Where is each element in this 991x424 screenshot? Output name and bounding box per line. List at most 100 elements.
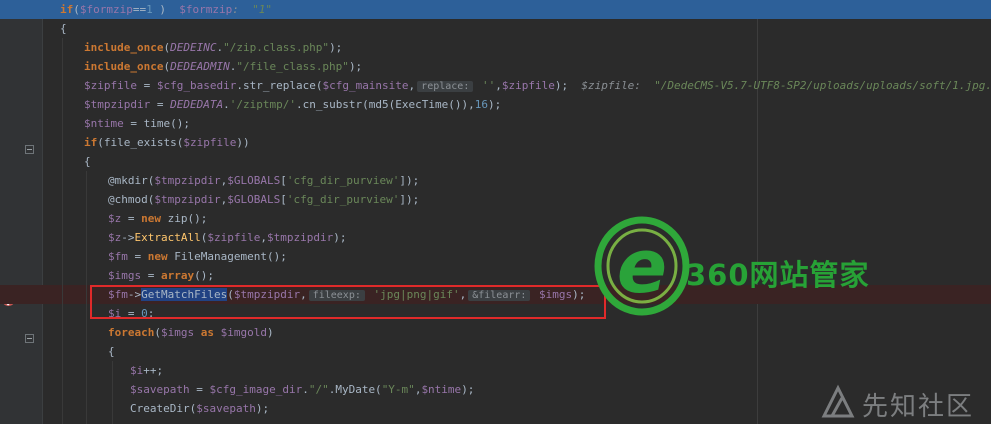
code-token: ( [154, 326, 161, 339]
code-line-content: CreateDir($savepath); [130, 399, 269, 418]
code-line[interactable]: include_once(DEDEINC."/zip.class.php"); [0, 38, 991, 57]
code-token: $GLOBALS [227, 193, 281, 206]
code-line-content: $fm = new FileManagement(); [108, 247, 287, 266]
code-token: $ntime [421, 383, 462, 396]
code-line-content: $imgs = array(); [108, 266, 214, 285]
watermark-brand-text: 360网站管家 [686, 258, 870, 292]
code-token: = [141, 269, 161, 282]
code-line[interactable]: $z = new zip(); [0, 209, 991, 228]
code-token: 16 [474, 98, 489, 111]
code-token: $imgs [160, 326, 195, 339]
code-token: = [136, 79, 157, 92]
indent-guide [112, 361, 113, 424]
code-token: ( [73, 3, 80, 16]
xianzhi-logo-icon [821, 384, 855, 418]
code-token: $cfg_mainsite [322, 79, 409, 92]
code-token: $zipfile [84, 79, 137, 92]
code-token: ); [333, 231, 347, 244]
code-line[interactable]: { [0, 19, 991, 38]
code-token: .MyDate( [328, 383, 382, 396]
code-token: = [189, 383, 210, 396]
code-line-content: $i++; [130, 361, 163, 380]
code-token: = [127, 250, 148, 263]
code-token: ExtractAll [134, 231, 201, 244]
code-line-content: $zipfile = $cfg_basedir.str_replace($cfg… [84, 76, 991, 96]
code-token: ++; [143, 364, 164, 377]
code-line[interactable]: @chmod($tmpzipdir,$GLOBALS['cfg_dir_purv… [0, 190, 991, 209]
code-token: if [84, 136, 98, 149]
code-line[interactable]: $z->ExtractAll($zipfile,$tmpzipdir); [0, 228, 991, 247]
code-token: DEDEINC [170, 41, 217, 54]
code-token: ) [266, 326, 274, 339]
svg-text:e: e [617, 224, 667, 310]
code-token: $z [108, 231, 122, 244]
highlight-annotation-box [90, 285, 606, 319]
code-token: , [260, 231, 267, 244]
code-line[interactable]: $tmpzipdir = DEDEDATA.'/ziptmp/'.cn_subs… [0, 95, 991, 114]
code-line-content: @mkdir($tmpzipdir,$GLOBALS['cfg_dir_purv… [108, 171, 419, 190]
watermark-site: 先知社区 [818, 384, 988, 422]
code-line-content: $ntime = time(); [84, 114, 190, 133]
code-line[interactable]: { [0, 152, 991, 171]
code-line[interactable]: $ntime = time(); [0, 114, 991, 133]
code-token: include_once [84, 60, 164, 73]
code-token: .cn_substr(md5(ExecTime()), [295, 98, 475, 111]
code-token: 'cfg_dir_purview' [286, 174, 400, 187]
code-token: include_once [84, 41, 164, 54]
code-token: as [200, 326, 214, 339]
code-token: { [108, 345, 115, 358]
parameter-hint: : [232, 3, 253, 16]
code-token: $cfg_image_dir [209, 383, 303, 396]
code-token: ); [461, 383, 475, 396]
code-line[interactable]: if($formzip==1 ) $formzip: "1" [0, 0, 991, 19]
code-token: . [223, 98, 230, 111]
code-token: zip(); [161, 212, 208, 225]
code-line[interactable]: foreach($imgs as $imgold) [0, 323, 991, 342]
code-line[interactable]: { [0, 342, 991, 361]
code-token: '' [475, 79, 496, 92]
e-logo-icon: e [594, 216, 690, 316]
code-token: '/ziptmp/' [229, 98, 296, 111]
code-token: DEDEADMIN [170, 60, 230, 73]
indent-guide [86, 171, 87, 424]
code-line-content: { [60, 19, 67, 38]
code-line-content: foreach($imgs as $imgold) [108, 323, 274, 342]
code-line[interactable]: include_once(DEDEADMIN."/file_class.php"… [0, 57, 991, 76]
code-token: = [150, 98, 171, 111]
code-token: ); [488, 98, 502, 111]
code-token: new [141, 212, 161, 225]
code-token: $zipfile [207, 231, 261, 244]
code-token: @mkdir( [108, 174, 155, 187]
code-token: CreateDir( [130, 402, 197, 415]
code-token: $imgs [108, 269, 142, 282]
code-token: ) [152, 3, 180, 16]
code-token: $fm [108, 250, 128, 263]
code-line[interactable]: if(file_exists($zipfile)) [0, 133, 991, 152]
code-token: str_replace( [242, 79, 323, 92]
parameter-hint: replace: [417, 81, 474, 92]
code-line-content: $z = new zip(); [108, 209, 207, 228]
code-line[interactable]: $i++; [0, 361, 991, 380]
code-line-content: $tmpzipdir = DEDEDATA.'/ziptmp/'.cn_subs… [84, 95, 501, 114]
code-token: $zipfile [501, 79, 555, 92]
code-token: $GLOBALS [227, 174, 281, 187]
code-token: foreach [108, 326, 155, 339]
code-line[interactable]: @mkdir($tmpzipdir,$GLOBALS['cfg_dir_purv… [0, 171, 991, 190]
code-token: )) [236, 136, 250, 149]
code-line-content: $savepath = $cfg_image_dir."/".MyDate("Y… [130, 380, 474, 399]
code-token: (); [194, 269, 214, 282]
code-token: ); [554, 79, 582, 92]
code-token: { [60, 22, 67, 35]
code-token: ); [348, 60, 363, 73]
code-line[interactable]: $zipfile = $cfg_basedir.str_replace($cfg… [0, 76, 991, 95]
code-line-content: include_once(DEDEINC."/zip.class.php"); [84, 38, 342, 57]
code-token: (file_exists( [97, 136, 184, 149]
code-token: if [60, 3, 74, 16]
code-editor[interactable]: if($formzip==1 ) $formzip: "1" { include_o… [0, 0, 991, 424]
code-token: ]); [399, 174, 420, 187]
code-token: = [121, 212, 142, 225]
code-token: [ [280, 193, 287, 206]
code-token: $tmpzipdir [154, 174, 221, 187]
